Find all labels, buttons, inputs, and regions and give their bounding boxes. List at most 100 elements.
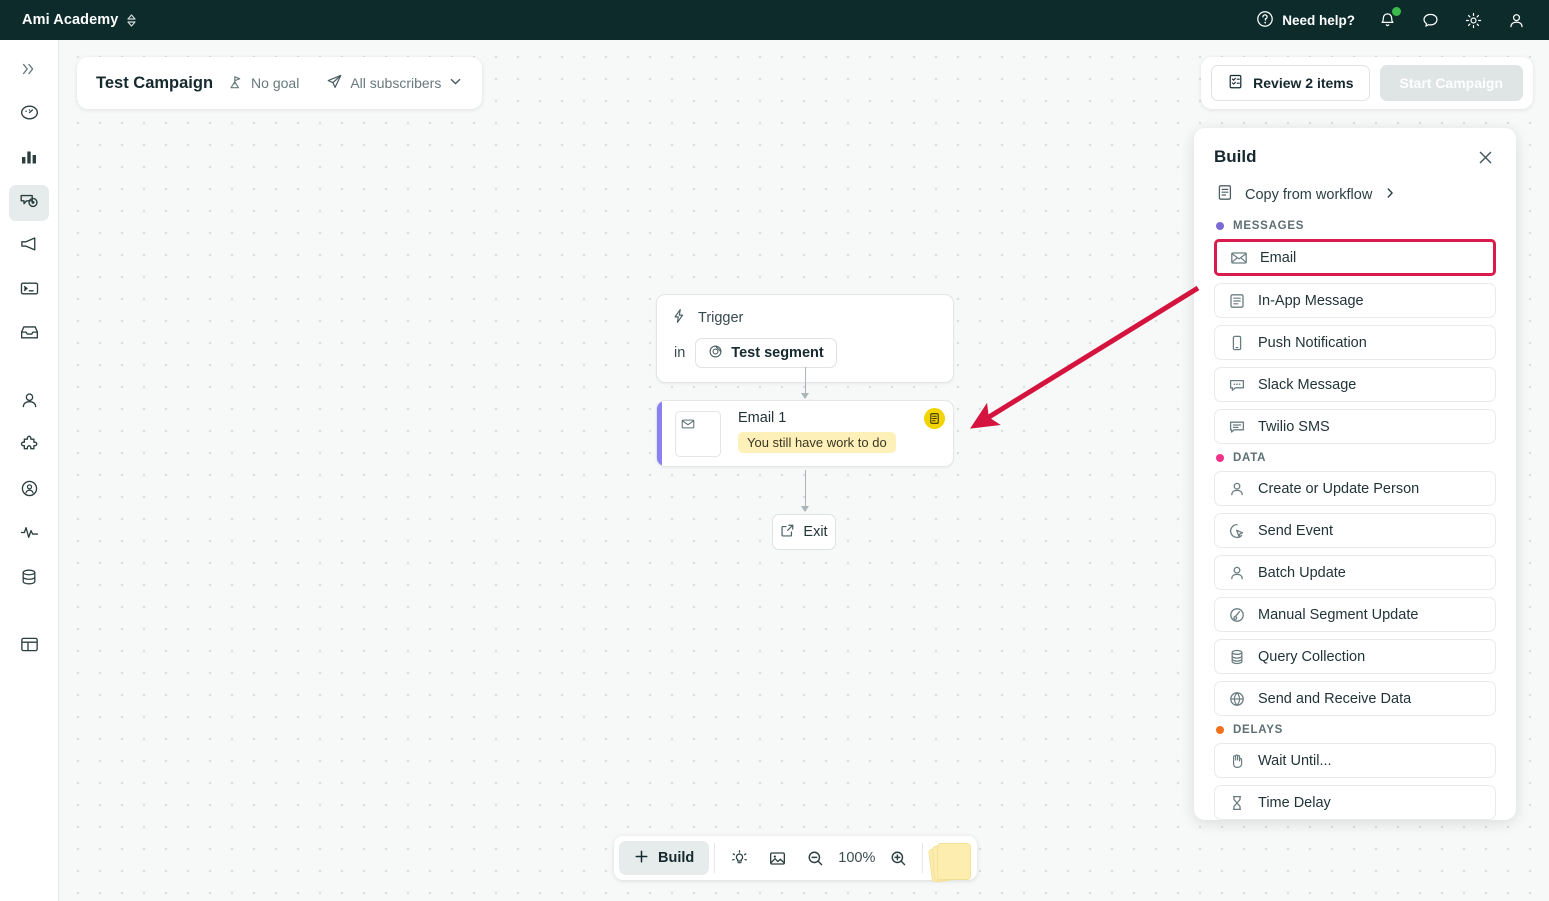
build-item-label: Twilio SMS	[1258, 418, 1330, 435]
campaign-audience[interactable]: All subscribers	[326, 73, 463, 93]
build-item-batch-update[interactable]: Batch Update	[1214, 555, 1496, 590]
copy-from-workflow-button[interactable]: Copy from workflow	[1194, 168, 1516, 206]
build-panel: Build Copy from workflow MESSAGES Email	[1194, 128, 1516, 820]
sidebar-item-integrations[interactable]	[9, 429, 49, 465]
campaign-actions: Review 2 items Start Campaign	[1201, 57, 1533, 109]
exit-node-label: Exit	[803, 524, 828, 540]
segment-circles-icon	[708, 344, 723, 363]
start-campaign-button[interactable]: Start Campaign	[1379, 65, 1523, 101]
build-item-manual-segment-update[interactable]: Manual Segment Update	[1214, 597, 1496, 632]
section-header-data: DATA	[1216, 452, 1496, 464]
sidebar-item-transactional[interactable]	[9, 273, 49, 309]
bar-chart-icon	[19, 147, 39, 172]
trigger-segment-chip[interactable]: Test segment	[695, 338, 837, 368]
sidebar-item-campaigns[interactable]	[9, 185, 49, 221]
sidebar-item-analytics[interactable]	[9, 141, 49, 177]
build-item-wait-until[interactable]: Wait Until...	[1214, 743, 1496, 778]
build-item-twilio-sms[interactable]: Twilio SMS	[1214, 409, 1496, 444]
envelope-icon	[681, 417, 695, 436]
help-circle-icon	[1256, 10, 1274, 31]
email-node[interactable]: Email 1 You still have work to do	[656, 400, 954, 467]
sidebar-item-activity-logs[interactable]	[9, 517, 49, 553]
chat-icon[interactable]	[1419, 9, 1441, 31]
chevron-updown-icon	[127, 13, 137, 27]
bell-icon[interactable]	[1376, 7, 1401, 31]
build-item-email[interactable]: Email	[1214, 239, 1496, 276]
top-bar: Ami Academy Need help?	[0, 0, 1549, 40]
copy-from-workflow-label: Copy from workflow	[1245, 186, 1373, 203]
campaign-eye-icon	[18, 190, 40, 217]
section-label-messages: MESSAGES	[1233, 220, 1305, 232]
activity-pulse-icon	[19, 522, 40, 548]
envelope-icon	[1229, 249, 1249, 267]
sidebar-item-collections[interactable]	[9, 629, 49, 665]
review-items-label: Review 2 items	[1253, 75, 1354, 91]
database-icon	[1227, 648, 1247, 666]
sidebar-item-dashboard[interactable]	[9, 97, 49, 133]
close-icon[interactable]	[1474, 146, 1496, 168]
section-header-delays: DELAYS	[1216, 724, 1496, 736]
zoom-out-icon[interactable]	[796, 841, 834, 875]
sidebar-item-people[interactable]	[9, 385, 49, 421]
build-item-push-notification[interactable]: Push Notification	[1214, 325, 1496, 360]
slack-bubble-icon	[1227, 376, 1247, 394]
mobile-phone-icon	[1227, 334, 1247, 352]
build-item-label: Send Event	[1258, 522, 1333, 539]
need-help-button[interactable]: Need help?	[1256, 10, 1355, 31]
exit-node[interactable]: Exit	[772, 514, 836, 550]
user-icon[interactable]	[1505, 9, 1527, 31]
image-icon[interactable]	[758, 841, 796, 875]
build-item-label: Send and Receive Data	[1258, 690, 1412, 707]
sidebar-item-broadcasts[interactable]	[9, 229, 49, 265]
person-icon	[1227, 564, 1247, 582]
review-items-button[interactable]: Review 2 items	[1211, 65, 1370, 101]
person-icon	[1227, 480, 1247, 498]
section-dot-data	[1216, 454, 1224, 462]
trigger-node-header: Trigger	[671, 308, 937, 328]
build-item-in-app-message[interactable]: In-App Message	[1214, 283, 1496, 318]
campaign-goal[interactable]: No goal	[228, 74, 299, 93]
toolbar-divider-2	[922, 843, 924, 873]
trigger-node-condition: in Test segment	[671, 338, 937, 368]
top-bar-actions: Need help?	[1256, 7, 1527, 31]
section-label-delays: DELAYS	[1233, 724, 1284, 736]
chevron-right-icon	[1383, 186, 1397, 204]
terminal-icon	[19, 278, 40, 304]
build-item-create-or-update-person[interactable]: Create or Update Person	[1214, 471, 1496, 506]
build-item-query-collection[interactable]: Query Collection	[1214, 639, 1496, 674]
email-node-status-pill: You still have work to do	[738, 432, 896, 453]
campaign-audience-label: All subscribers	[350, 75, 442, 91]
chevron-down-icon[interactable]	[448, 74, 463, 92]
gear-icon[interactable]	[1462, 9, 1484, 31]
document-warning-icon[interactable]	[924, 408, 945, 429]
in-app-doc-icon	[1227, 292, 1247, 310]
plus-icon	[634, 849, 649, 868]
segment-wrench-icon	[1227, 606, 1247, 624]
zoom-in-icon[interactable]	[879, 841, 917, 875]
build-panel-list[interactable]: MESSAGES Email In-App Message Push Notif…	[1194, 220, 1516, 820]
toolbar-divider-1	[714, 843, 716, 873]
build-item-label: Slack Message	[1258, 376, 1357, 393]
email-node-body: Email 1 You still have work to do	[721, 401, 953, 466]
build-item-time-delay[interactable]: Time Delay	[1214, 785, 1496, 820]
left-nav-rail	[0, 40, 59, 901]
build-item-slack-message[interactable]: Slack Message	[1214, 367, 1496, 402]
lightbulb-icon[interactable]	[720, 841, 758, 875]
workspace-name: Ami Academy	[22, 12, 119, 28]
sticky-notes-icon[interactable]	[928, 836, 972, 883]
notification-dot	[1392, 7, 1401, 16]
build-item-send-event[interactable]: Send Event	[1214, 513, 1496, 548]
sidebar-item-collapse-expand[interactable]	[9, 53, 49, 89]
puzzle-icon	[19, 434, 40, 460]
workspace-switcher[interactable]: Ami Academy	[22, 12, 137, 28]
page-title: Test Campaign	[96, 73, 214, 92]
build-button[interactable]: Build	[619, 841, 710, 875]
layout-table-icon	[19, 634, 40, 660]
campaign-goal-label: No goal	[251, 75, 300, 91]
build-item-send-and-receive-data[interactable]: Send and Receive Data	[1214, 681, 1496, 716]
checklist-icon	[1227, 73, 1244, 93]
build-item-label: Wait Until...	[1258, 752, 1332, 769]
sidebar-item-audience[interactable]	[9, 473, 49, 509]
sidebar-item-inbox[interactable]	[9, 317, 49, 353]
sidebar-item-data-store[interactable]	[9, 561, 49, 597]
